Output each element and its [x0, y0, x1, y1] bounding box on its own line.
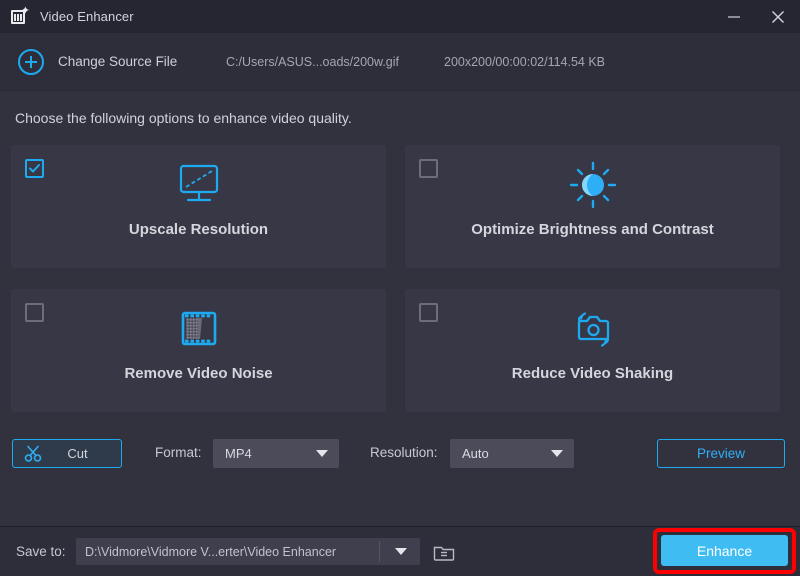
resolution-label: Resolution: [370, 445, 438, 460]
camera-shake-icon [405, 301, 780, 357]
instruction-text: Choose the following options to enhance … [15, 110, 352, 126]
main-content: Choose the following options to enhance … [0, 92, 800, 525]
save-to-label: Save to: [16, 544, 66, 559]
sun-brightness-icon [405, 157, 780, 213]
source-file-bar: Change Source File C:/Users/ASUS...oads/… [0, 33, 800, 91]
source-file-path: C:/Users/ASUS...oads/200w.gif [226, 54, 399, 69]
minimize-button[interactable] [712, 0, 756, 33]
chevron-down-icon[interactable] [395, 548, 407, 555]
resolution-value: Auto [462, 446, 489, 461]
film-strip-noise-icon [11, 301, 386, 357]
save-path-value: D:\Vidmore\Vidmore V...erter\Video Enhan… [85, 544, 337, 559]
cut-button[interactable]: Cut [12, 439, 122, 468]
chevron-down-icon [551, 450, 563, 457]
cut-button-label: Cut [67, 446, 88, 461]
path-divider [379, 541, 380, 562]
option-card-optimize-brightness[interactable]: Optimize Brightness and Contrast [405, 145, 780, 268]
format-value: MP4 [225, 446, 252, 461]
plus-circle-icon[interactable] [18, 48, 44, 75]
close-button[interactable] [756, 0, 800, 33]
preview-button[interactable]: Preview [657, 439, 785, 468]
window-title: Video Enhancer [40, 9, 134, 24]
format-label: Format: [155, 445, 202, 460]
option-label-reduce-shaking: Reduce Video Shaking [511, 365, 674, 382]
window-controls [712, 0, 800, 33]
browse-folder-button[interactable] [430, 538, 457, 565]
save-path-input[interactable]: D:\Vidmore\Vidmore V...erter\Video Enhan… [76, 538, 420, 565]
enhance-button[interactable]: Enhance [661, 535, 788, 566]
option-card-upscale-resolution[interactable]: Upscale Resolution [11, 145, 386, 268]
option-card-remove-noise[interactable]: Remove Video Noise [11, 289, 386, 412]
video-enhancer-window: ✦ Video Enhancer Change Source File C:/U… [0, 0, 800, 576]
option-label-upscale-resolution: Upscale Resolution [128, 221, 269, 238]
options-row: Cut Format: MP4 Resolution: Auto Preview [0, 439, 800, 479]
resolution-select[interactable]: Auto [450, 439, 574, 468]
option-label-optimize-brightness: Optimize Brightness and Contrast [471, 221, 714, 238]
chevron-down-icon [316, 450, 328, 457]
change-source-file-button[interactable]: Change Source File [58, 54, 177, 69]
scissors-icon [24, 445, 42, 462]
option-label-remove-noise: Remove Video Noise [124, 365, 273, 382]
video-enhancer-logo-icon: ✦ [11, 5, 30, 26]
monitor-upscale-icon [11, 157, 386, 213]
option-card-reduce-shaking[interactable]: Reduce Video Shaking [405, 289, 780, 412]
folder-open-icon [433, 546, 454, 561]
source-file-meta: 200x200/00:00:02/114.54 KB [444, 54, 606, 69]
title-bar: ✦ Video Enhancer [0, 0, 800, 33]
format-select[interactable]: MP4 [213, 439, 339, 468]
